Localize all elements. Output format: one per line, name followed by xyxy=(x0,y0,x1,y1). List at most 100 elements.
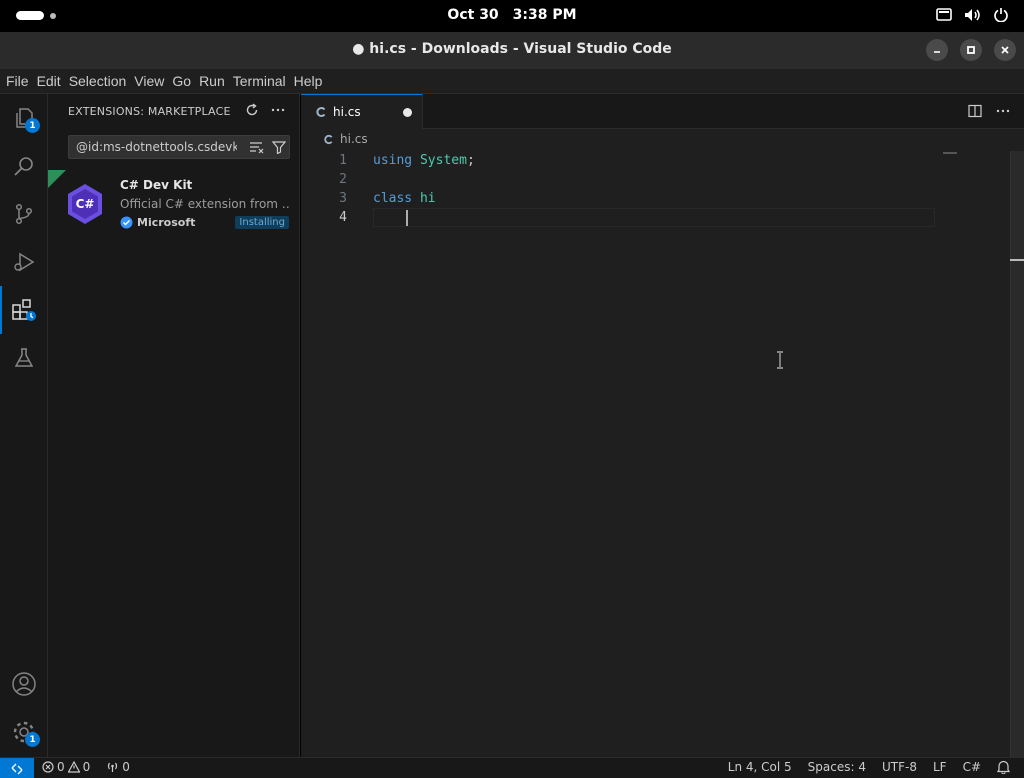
activity-extensions[interactable] xyxy=(0,286,48,334)
installing-badge: Installing xyxy=(235,216,289,229)
end-of-line[interactable]: LF xyxy=(933,760,947,774)
activity-run-debug[interactable] xyxy=(0,238,48,286)
menu-edit[interactable]: Edit xyxy=(37,73,66,89)
search-icon xyxy=(14,157,33,176)
maximize-button[interactable] xyxy=(960,39,982,61)
activity-accounts[interactable] xyxy=(0,660,48,708)
clock[interactable]: Oct 30 3:38 PM xyxy=(0,7,1024,23)
activity-search[interactable] xyxy=(0,142,48,190)
minimap[interactable] xyxy=(943,152,957,154)
activity-testing[interactable] xyxy=(0,334,48,382)
editor-more-actions-icon[interactable] xyxy=(996,104,1010,118)
line-text[interactable] xyxy=(373,208,404,227)
keyword-using: using xyxy=(373,153,413,168)
publisher-name: Microsoft xyxy=(137,216,196,229)
minimize-button[interactable] xyxy=(926,39,948,61)
error-icon xyxy=(42,761,54,773)
scroll-cursor-marker xyxy=(1010,259,1024,261)
verified-publisher-icon xyxy=(120,216,133,229)
status-bar: 0 0 0 Ln 4, Col 5 Spaces: 4 UTF-8 LF C# xyxy=(0,757,1024,778)
activity-source-control[interactable] xyxy=(0,190,48,238)
more-actions-icon[interactable] xyxy=(271,103,285,117)
power-icon[interactable] xyxy=(994,7,1008,22)
text-cursor xyxy=(406,210,408,226)
extension-list-item[interactable]: C# C# Dev Kit Official C# extension from… xyxy=(48,170,299,236)
run-debug-icon xyxy=(14,252,35,272)
activity-manage[interactable]: 1 xyxy=(0,708,48,756)
indentation[interactable]: Spaces: 4 xyxy=(808,760,866,774)
menu-terminal[interactable]: Terminal xyxy=(233,73,291,89)
date-label: Oct 30 xyxy=(447,7,499,23)
tab-hi-cs[interactable]: hi.cs xyxy=(301,94,423,129)
extensions-sidebar: EXTENSIONS: MARKETPLACE C# C# Dev Kit Of… xyxy=(48,94,300,757)
filter-icon[interactable] xyxy=(272,140,286,154)
line-text[interactable]: class hi xyxy=(373,189,436,208)
recommended-corner xyxy=(48,170,66,188)
menu-bar: File Edit Selection View Go Run Terminal… xyxy=(0,69,1024,94)
extension-description: Official C# extension from … xyxy=(120,197,290,211)
menu-help[interactable]: Help xyxy=(294,73,328,89)
tab-label: hi.cs xyxy=(333,105,361,119)
warning-count: 0 xyxy=(82,760,91,774)
warning-icon xyxy=(67,761,80,773)
extensions-icon xyxy=(12,299,36,321)
maximize-icon xyxy=(967,46,975,54)
breadcrumb-file[interactable]: hi.cs xyxy=(340,132,368,146)
system-tray[interactable] xyxy=(936,7,1008,22)
line-number: 2 xyxy=(339,172,347,187)
class-name: hi xyxy=(419,191,436,206)
menu-go[interactable]: Go xyxy=(172,73,196,89)
window-title-bar[interactable]: ● hi.cs - Downloads - Visual Studio Code xyxy=(0,32,1024,69)
problems-indicator[interactable]: 0 0 xyxy=(42,760,90,774)
line-number: 1 xyxy=(339,153,347,168)
csharp-devkit-logo: C# xyxy=(68,184,102,224)
code-editor[interactable]: 1 using System; 2 3 class hi 4 xyxy=(301,151,941,227)
code-line-current[interactable]: 4 xyxy=(301,208,941,227)
notifications-bell-icon[interactable] xyxy=(997,760,1010,774)
line-text[interactable]: using System; xyxy=(373,151,475,170)
refresh-icon[interactable] xyxy=(245,103,259,117)
explorer-badge: 1 xyxy=(25,118,40,133)
vertical-scrollbar[interactable] xyxy=(1010,151,1024,757)
language-mode[interactable]: C# xyxy=(963,760,981,774)
logo-text: C# xyxy=(76,197,95,211)
menu-view[interactable]: View xyxy=(134,73,169,89)
broadcast-icon xyxy=(108,762,118,772)
window-title: ● hi.cs - Downloads - Visual Studio Code xyxy=(352,41,672,57)
code-line[interactable]: 3 class hi xyxy=(301,189,941,208)
line-number: 3 xyxy=(339,191,347,206)
menu-file[interactable]: File xyxy=(6,73,34,89)
unsaved-dot-icon[interactable] xyxy=(403,108,412,117)
csharp-file-icon xyxy=(316,107,326,117)
minimize-icon xyxy=(934,51,940,53)
system-top-bar: Oct 30 3:38 PM xyxy=(0,0,1024,32)
extensions-search-box[interactable] xyxy=(68,135,290,159)
keyword-class: class xyxy=(373,191,413,206)
extensions-search-input[interactable] xyxy=(69,140,237,154)
ports-indicator[interactable]: 0 xyxy=(106,760,130,774)
line-number: 4 xyxy=(339,210,347,225)
code-line[interactable]: 1 using System; xyxy=(301,151,941,170)
close-button[interactable] xyxy=(994,39,1016,61)
ports-count: 0 xyxy=(122,760,130,774)
split-editor-icon[interactable] xyxy=(968,104,982,118)
activity-explorer[interactable]: 1 xyxy=(0,94,48,142)
settings-badge: 1 xyxy=(25,732,40,747)
volume-icon[interactable] xyxy=(964,8,982,22)
menu-run[interactable]: Run xyxy=(199,73,230,89)
remote-indicator[interactable] xyxy=(0,758,34,778)
extension-publisher: Microsoft xyxy=(120,216,195,229)
display-icon[interactable] xyxy=(936,7,952,22)
cursor-position[interactable]: Ln 4, Col 5 xyxy=(728,760,792,774)
clear-filter-icon[interactable] xyxy=(249,140,264,154)
time-label: 3:38 PM xyxy=(512,7,577,23)
breadcrumb[interactable]: hi.cs xyxy=(323,132,368,146)
mouse-ibeam-icon xyxy=(777,351,783,369)
code-line[interactable]: 2 xyxy=(301,170,941,189)
activity-bar: 1 1 xyxy=(0,94,48,757)
current-line-highlight xyxy=(373,208,935,227)
menu-selection[interactable]: Selection xyxy=(69,73,132,89)
type-system: System xyxy=(419,153,467,168)
editor-tab-bar: hi.cs xyxy=(301,94,1024,129)
encoding[interactable]: UTF-8 xyxy=(882,760,917,774)
